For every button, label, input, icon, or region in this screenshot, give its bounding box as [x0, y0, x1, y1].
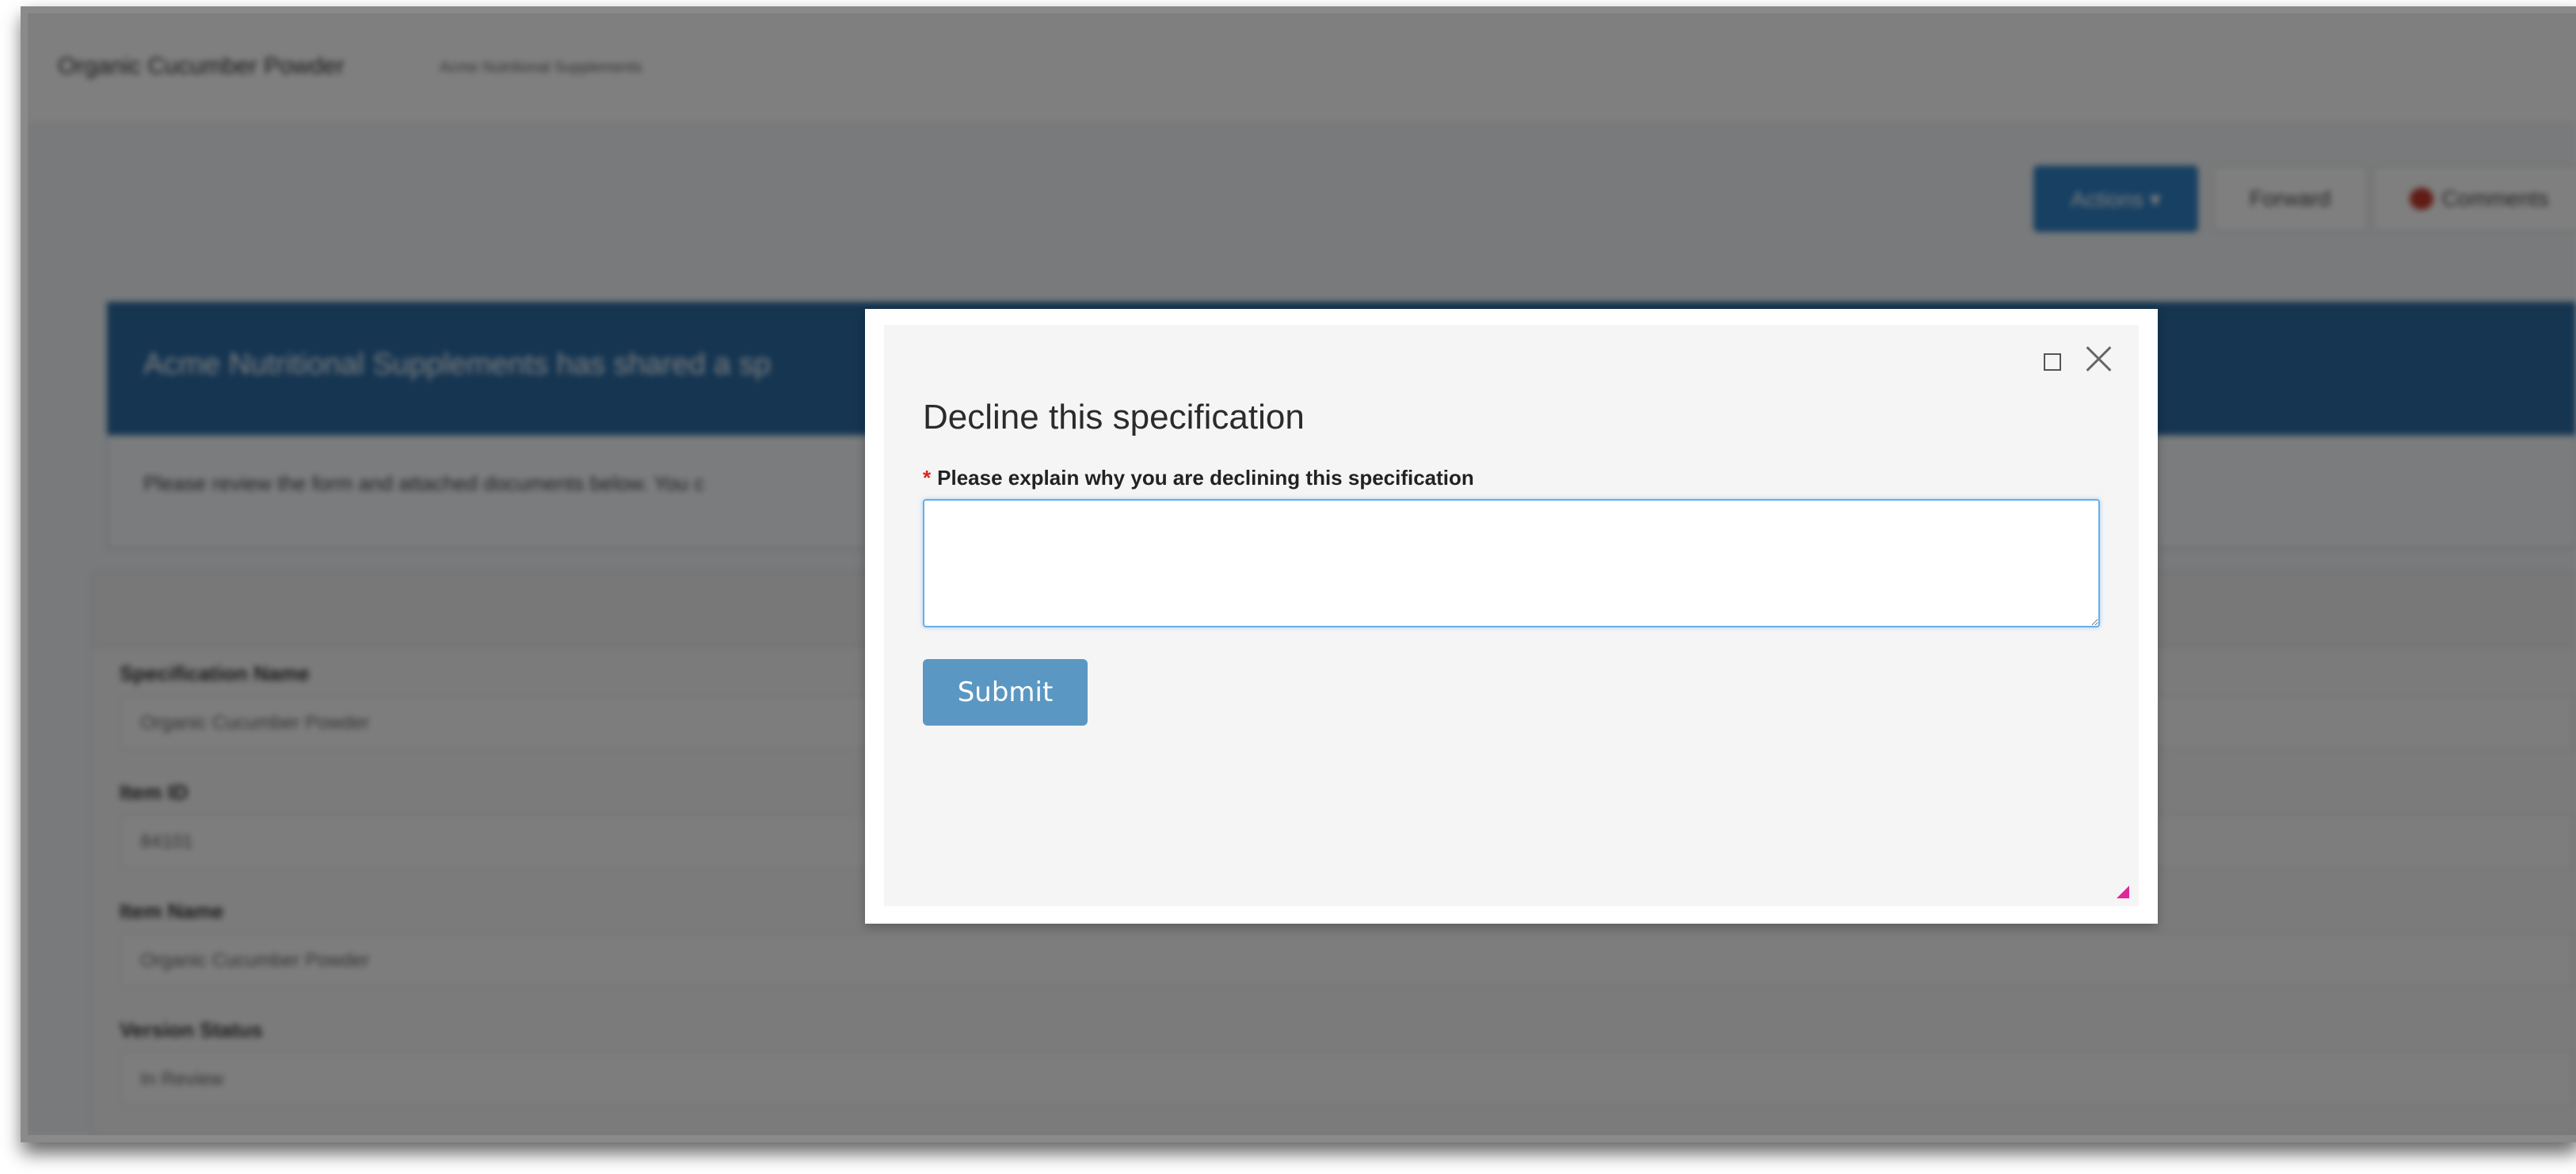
decline-reason-input[interactable]: [923, 499, 2100, 627]
decline-dialog: Decline this specification * Please expla…: [865, 309, 2158, 924]
resize-handle-icon[interactable]: [2117, 886, 2129, 898]
close-icon[interactable]: [2079, 339, 2118, 379]
maximize-icon[interactable]: [2044, 353, 2061, 371]
dialog-title: Decline this specification: [923, 398, 1305, 436]
reason-label: * Please explain why you are declining th…: [923, 466, 1474, 490]
dialog-body: Decline this specification * Please expla…: [884, 325, 2139, 906]
reason-label-text: Please explain why you are declining thi…: [937, 466, 1474, 490]
submit-button[interactable]: Submit: [923, 659, 1088, 726]
required-marker: *: [923, 466, 932, 490]
